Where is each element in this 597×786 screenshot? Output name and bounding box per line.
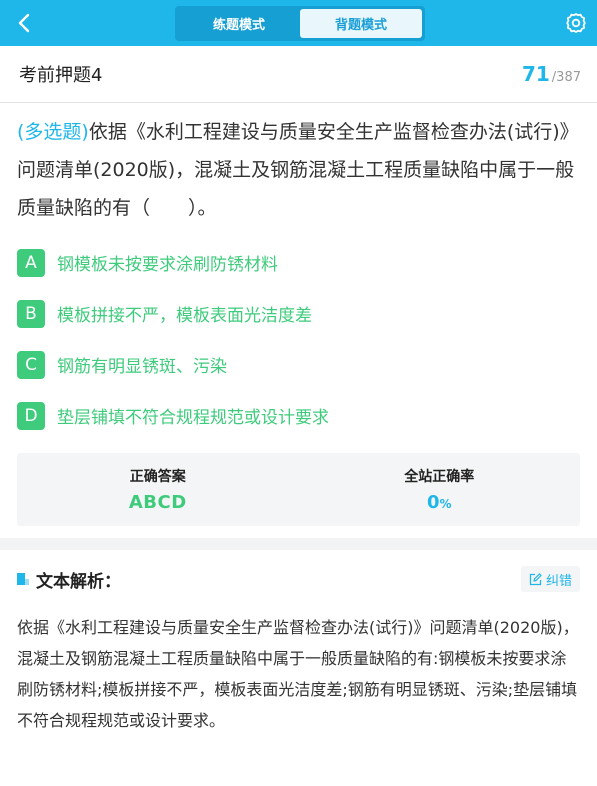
analysis-section: 文本解析： 纠错 依据《水利工程建设与质量安全生产监督检查办法(试行)》问题清单… bbox=[0, 550, 597, 786]
option-letter: B bbox=[17, 299, 45, 328]
question-counter[interactable]: 71/387 bbox=[522, 62, 581, 86]
option-letter: C bbox=[17, 350, 45, 379]
question-header: 考前押题4 71/387 bbox=[0, 46, 597, 103]
option-list: A 钢模板未按要求涂刷防锈材料 B 模板拼接不严，模板表面光洁度差 C 钢筋有明… bbox=[17, 237, 580, 441]
answer-summary: 正确答案 ABCD 全站正确率 0% bbox=[17, 453, 580, 526]
analysis-title: 文本解析： bbox=[17, 567, 121, 592]
report-error-button[interactable]: 纠错 bbox=[520, 566, 580, 592]
correct-answer-value: ABCD bbox=[128, 492, 187, 513]
correct-answer-section: 正确答案 ABCD bbox=[17, 453, 299, 526]
accuracy-section: 全站正确率 0% bbox=[299, 453, 581, 526]
option-a[interactable]: A 钢模板未按要求涂刷防锈材料 bbox=[17, 237, 580, 288]
option-d[interactable]: D 垫层铺填不符合规程规范或设计要求 bbox=[17, 390, 580, 441]
question-type: (多选题) bbox=[17, 121, 89, 143]
question-stem: (多选题)依据《水利工程建设与质量安全生产监督检查办法(试行)》问题清单(202… bbox=[17, 113, 580, 227]
analysis-header: 文本解析： 纠错 bbox=[17, 566, 580, 592]
correct-answer-label: 正确答案 bbox=[129, 469, 186, 485]
option-b[interactable]: B 模板拼接不严，模板表面光洁度差 bbox=[17, 288, 580, 339]
section-divider bbox=[0, 538, 597, 550]
gear-icon bbox=[566, 13, 586, 33]
option-letter: A bbox=[17, 248, 45, 277]
accuracy-value: 0% bbox=[427, 492, 452, 513]
section-marker-icon bbox=[17, 573, 29, 585]
option-text: 模板拼接不严，模板表面光洁度差 bbox=[57, 306, 312, 326]
mode-switch: 练题模式 背题模式 bbox=[175, 6, 425, 41]
top-bar: 练题模式 背题模式 bbox=[0, 0, 597, 46]
analysis-title-text: 文本解析： bbox=[36, 571, 121, 592]
paper-title: 考前押题4 bbox=[19, 65, 103, 86]
report-error-label: 纠错 bbox=[545, 573, 572, 589]
chevron-left-icon bbox=[18, 13, 30, 33]
accuracy-number: 0 bbox=[426, 492, 440, 513]
tab-practice-mode[interactable]: 练题模式 bbox=[178, 9, 300, 38]
accuracy-label: 全站正确率 bbox=[404, 469, 475, 485]
option-letter: D bbox=[17, 401, 45, 430]
option-c[interactable]: C 钢筋有明显锈斑、污染 bbox=[17, 339, 580, 390]
question-card: (多选题)依据《水利工程建设与质量安全生产监督检查办法(试行)》问题清单(202… bbox=[0, 103, 597, 538]
option-text: 钢筋有明显锈斑、污染 bbox=[57, 357, 227, 377]
total-questions: /387 bbox=[551, 70, 581, 85]
analysis-text: 依据《水利工程建设与质量安全生产监督检查办法(试行)》问题清单(2020版)，混… bbox=[17, 618, 579, 730]
option-text: 垫层铺填不符合规程规范或设计要求 bbox=[57, 408, 329, 428]
back-button[interactable] bbox=[12, 11, 36, 35]
edit-icon bbox=[529, 572, 542, 585]
current-question-number: 71 bbox=[521, 62, 550, 86]
accuracy-unit: % bbox=[439, 497, 452, 511]
option-text: 钢模板未按要求涂刷防锈材料 bbox=[57, 255, 278, 275]
settings-button[interactable] bbox=[565, 12, 587, 34]
tab-memorize-mode[interactable]: 背题模式 bbox=[300, 9, 422, 38]
question-text: 依据《水利工程建设与质量安全生产监督检查办法(试行)》问题清单(2020版)，混… bbox=[17, 121, 579, 219]
